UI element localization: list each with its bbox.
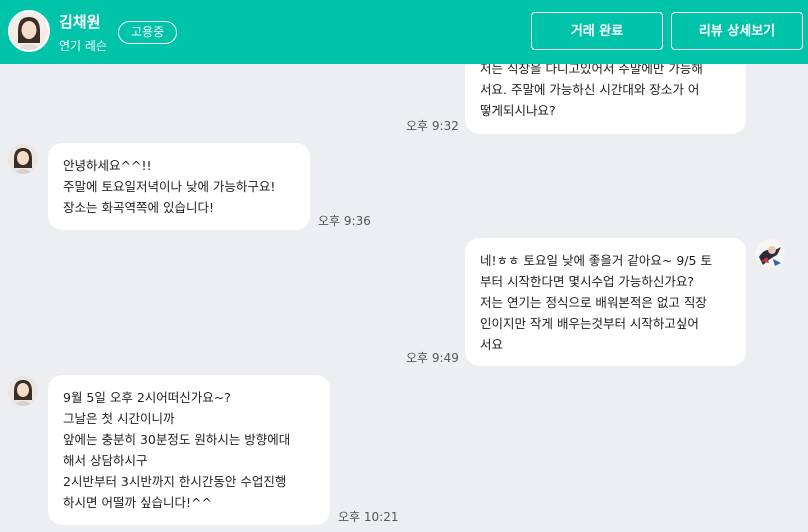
message-line: 하시면 어떨까 싶습니다!^^	[63, 495, 212, 510]
avatar[interactable]	[755, 239, 785, 269]
message-line: 부터 시작한다면 몇시수업 가능하신가요?	[480, 274, 695, 289]
message-line: 9월 5일 오후 2시어떠신가요~?	[63, 390, 231, 405]
review-details-button[interactable]: 리뷰 상세보기	[671, 12, 803, 50]
chat-area: 저는 직장을 다니고있어서 주말에만 가능해 서요. 주말에 가능하신 시간대와…	[0, 0, 808, 532]
message-time: 오후 9:36	[318, 214, 371, 228]
profile-avatar[interactable]	[8, 10, 50, 52]
service-label: 연기 레슨	[59, 39, 107, 53]
message-line: 떻게되시나요?	[480, 103, 556, 118]
chat-header: 김채원 연기 레슨 고용중 거래 완료 리뷰 상세보기	[0, 0, 808, 64]
message-bubble-sent: 네!ㅎㅎ 토요일 낮에 좋을거 같아요~ 9/5 토 부터 시작한다면 몇시수업…	[465, 238, 746, 366]
message-time: 오후 9:32	[406, 119, 459, 133]
avatar[interactable]	[8, 376, 38, 406]
avatar[interactable]	[8, 144, 38, 174]
message-bubble-received: 9월 5일 오후 2시어떠신가요~? 그날은 첫 시간이니까 앞에는 충분히 3…	[48, 375, 330, 525]
message-line: 저는 연기는 정식으로 배워본적은 없고 직장	[480, 295, 707, 310]
message-line: 앞에는 충분히 30분정도 원하시는 방향에대	[63, 432, 291, 447]
message-line: 인이지만 작게 배우는것부터 시작하고싶어	[480, 316, 699, 331]
message-line: 서요. 주말에 가능하신 시간대와 장소가 어	[480, 82, 700, 97]
message-line: 장소는 화곡역쪽에 있습니다!	[63, 200, 214, 215]
message-line: 안녕하세요^^!!	[63, 158, 152, 173]
message-line: 2시반부터 3시반까지 한시간동안 수업진행	[63, 474, 287, 489]
status-badge: 고용중	[118, 21, 178, 44]
message-line: 주말에 토요일저녁이나 낮에 가능하구요!	[63, 179, 276, 194]
message-line: 해서 상담하시구	[63, 453, 148, 468]
message-bubble-received: 안녕하세요^^!! 주말에 토요일저녁이나 낮에 가능하구요! 장소는 화곡역쪽…	[48, 143, 310, 230]
message-line: 서요	[480, 337, 504, 352]
message-time: 오후 10:21	[338, 510, 399, 524]
profile-name: 김채원	[59, 13, 101, 31]
message-line: 그날은 첫 시간이니까	[63, 411, 175, 426]
complete-deal-button[interactable]: 거래 완료	[531, 12, 663, 50]
message-line: 네!ㅎㅎ 토요일 낮에 좋을거 같아요~ 9/5 토	[480, 253, 712, 268]
message-time: 오후 9:49	[406, 351, 459, 365]
